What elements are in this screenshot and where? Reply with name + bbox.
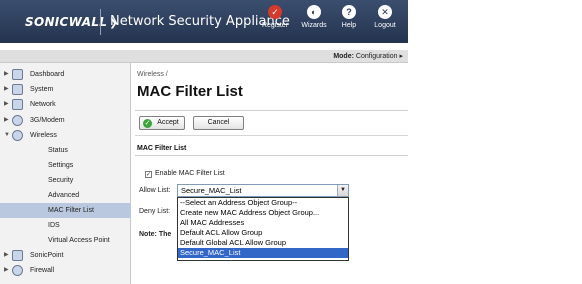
note-label: Note: The (139, 231, 172, 238)
section-title: MAC Filter List (137, 145, 187, 152)
sidebar-item-dashboard[interactable]: ▶ Dashboard (0, 67, 131, 82)
sonicpoint-icon (12, 250, 23, 261)
sidebar-item-label: System (30, 86, 54, 93)
dashboard-icon (12, 69, 23, 80)
help-button[interactable]: ? Help (329, 5, 369, 41)
collapse-arrow-icon[interactable]: ▼ (4, 128, 10, 143)
logout-icon: ✕ (378, 5, 392, 19)
register-icon: ✓ (268, 5, 282, 19)
sidebar-item-firewall[interactable]: ▶ Firewall (0, 263, 131, 278)
sidebar-item-sonicpoint[interactable]: ▶ SonicPoint (0, 248, 131, 263)
register-label: Register (261, 22, 289, 29)
register-button[interactable]: ✓ Register (255, 5, 295, 41)
accept-button[interactable]: ✓ Accept (139, 116, 185, 130)
wireless-icon (12, 130, 23, 141)
sidebar-subitem-advanced[interactable]: Advanced (0, 188, 131, 203)
sonicwall-logo: SONICWALL ❯ (25, 15, 118, 29)
deny-list-label: Deny List: (139, 208, 171, 215)
breadcrumb[interactable]: Wireless / (137, 71, 168, 78)
sidebar-item-label: Wireless (30, 132, 57, 139)
wizards-button[interactable]: ◐ Wizards (294, 5, 334, 41)
dropdown-option-selected[interactable]: Secure_MAC_List (178, 248, 348, 258)
logout-button[interactable]: ✕ Logout (365, 5, 405, 41)
allow-list-dropdown: --Select an Address Object Group-- Creat… (177, 197, 349, 261)
sidebar-subitem-settings[interactable]: Settings (0, 158, 131, 173)
dropdown-option[interactable]: Create new MAC Address Object Group... (178, 208, 348, 218)
enable-mac-filter-checkbox[interactable]: ✓ (145, 171, 152, 178)
enable-mac-filter-row: ✓ Enable MAC Filter List (145, 170, 225, 178)
header-divider (100, 9, 101, 35)
mode-bar: Mode: Configuration ▸ (0, 50, 408, 63)
enable-mac-filter-label: Enable MAC Filter List (155, 170, 225, 177)
sidebar-item-3g-modem[interactable]: ▶ 3G/Modem (0, 113, 131, 128)
cancel-button[interactable]: Cancel (193, 116, 244, 130)
mode-label: Mode: (333, 53, 354, 60)
expand-arrow-icon[interactable]: ▶ (4, 113, 9, 128)
help-label: Help (341, 22, 357, 29)
expand-arrow-icon[interactable]: ▶ (4, 248, 9, 263)
sidebar-subitem-status[interactable]: Status (0, 143, 131, 158)
modem-icon (12, 115, 23, 126)
help-icon: ? (342, 5, 356, 19)
network-icon (12, 99, 23, 110)
sidebar-subitem-security[interactable]: Security (0, 173, 131, 188)
system-icon (12, 84, 23, 95)
sidebar-item-label: SonicPoint (30, 252, 64, 259)
dropdown-option[interactable]: All MAC Addresses (178, 218, 348, 228)
dropdown-option[interactable]: Default Global ACL Allow Group (178, 238, 348, 248)
sidebar-item-system[interactable]: ▶ System (0, 82, 131, 97)
sidebar-item-label: Firewall (30, 267, 55, 274)
section-divider (135, 155, 408, 156)
sidebar-item-network[interactable]: ▶ Network (0, 97, 131, 112)
allow-list-label: Allow List: (139, 187, 171, 194)
wizards-label: Wizards (301, 22, 327, 29)
allow-list-value: Secure_MAC_List (181, 186, 242, 195)
allow-list-select[interactable]: Secure_MAC_List ▼ (177, 184, 349, 197)
sidebar-subitem-ids[interactable]: IDS (0, 218, 131, 233)
divider (135, 135, 408, 136)
sidebar-item-label: Dashboard (30, 71, 65, 78)
check-icon: ✓ (143, 119, 152, 128)
app-header: SONICWALL ❯ Network Security Appliance ✓ … (0, 0, 408, 43)
expand-arrow-icon[interactable]: ▶ (4, 82, 9, 97)
dropdown-option[interactable]: --Select an Address Object Group-- (178, 198, 348, 208)
sidebar-item-label: Network (30, 101, 56, 108)
sidebar-item-wireless[interactable]: ▼ Wireless (0, 128, 131, 143)
chevron-down-icon[interactable]: ▼ (337, 185, 348, 196)
expand-arrow-icon[interactable]: ▶ (4, 263, 9, 278)
mode-value[interactable]: Configuration ▸ (356, 53, 403, 60)
page-title: MAC Filter List (137, 83, 243, 100)
accept-label: Accept (157, 119, 179, 126)
sidebar: ▶ Dashboard ▶ System ▶ Network ▶ 3G/Mode… (0, 63, 131, 284)
sidebar-subitem-virtual-access-point[interactable]: Virtual Access Point (0, 233, 131, 248)
sidebar-subitem-mac-filter-list[interactable]: MAC Filter List (0, 203, 131, 218)
dropdown-option[interactable]: Default ACL Allow Group (178, 228, 348, 238)
expand-arrow-icon[interactable]: ▶ (4, 97, 9, 112)
wizards-icon: ◐ (307, 5, 321, 19)
firewall-icon (12, 265, 23, 276)
sidebar-item-label: 3G/Modem (30, 117, 65, 124)
divider (135, 110, 408, 111)
logout-label: Logout (374, 22, 396, 29)
expand-arrow-icon[interactable]: ▶ (4, 67, 9, 82)
